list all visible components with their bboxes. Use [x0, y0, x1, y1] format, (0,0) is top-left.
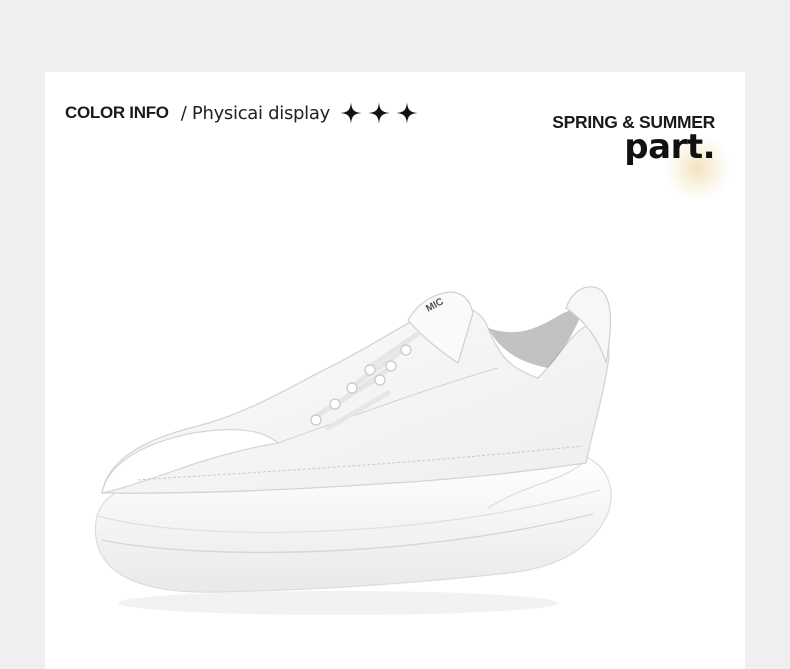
- sparkle-icon: [339, 102, 362, 124]
- season-badge: SPRING & SUMMER part.: [552, 112, 733, 199]
- white-sneaker-image: MIC: [94, 286, 612, 615]
- sparkle-group: [339, 102, 418, 124]
- shoe-shadow: [118, 591, 558, 615]
- sparkle-icon: [395, 102, 418, 124]
- part-label: part.: [624, 127, 715, 167]
- sparkle-icon: [367, 102, 390, 124]
- color-info-header: COLOR INFO / Physicai display: [65, 102, 418, 124]
- physical-display-subtitle: / Physicai display: [180, 102, 331, 124]
- color-info-title: COLOR INFO: [65, 103, 169, 122]
- part-label-wrap: part.: [624, 127, 733, 199]
